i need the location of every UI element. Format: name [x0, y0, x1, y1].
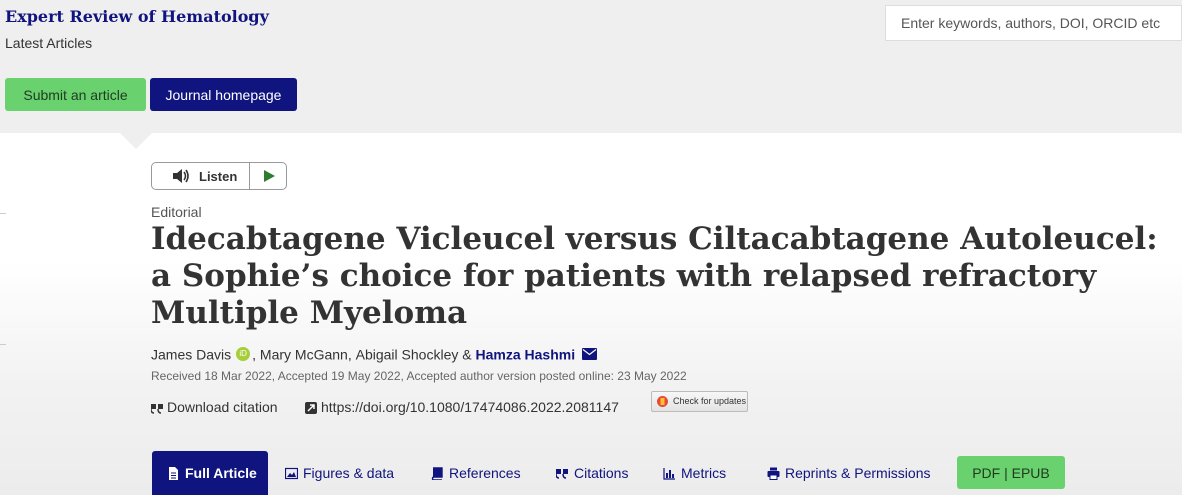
tab-references[interactable]: References	[431, 451, 521, 495]
submit-article-button[interactable]: Submit an article	[5, 78, 146, 111]
author-link[interactable]: Mary McGann	[260, 346, 348, 362]
left-edge-divider	[0, 213, 6, 214]
quote-icon	[151, 404, 163, 415]
speaker-icon	[173, 169, 189, 183]
author-link[interactable]: Abigail Shockley	[356, 346, 459, 362]
download-citation-link[interactable]: Download citation	[151, 399, 278, 415]
download-citation-label: Download citation	[167, 399, 278, 415]
check-for-updates-label: Check for updates	[673, 396, 747, 406]
article-title: Idecabtagene Vicleucel versus Ciltacabta…	[151, 221, 1158, 331]
author-list: James Davis iD, Mary McGann, Abigail Shoc…	[151, 345, 598, 363]
corresponding-author-link[interactable]: Hamza Hashmi	[475, 346, 575, 362]
tab-label: Metrics	[681, 465, 727, 481]
pdf-epub-button[interactable]: PDF | EPUB	[957, 456, 1065, 489]
book-icon	[431, 467, 443, 480]
bar-chart-icon	[663, 468, 675, 480]
latest-articles-label: Latest Articles	[5, 35, 93, 51]
listen-widget: Listen	[151, 162, 287, 190]
search-input[interactable]	[885, 5, 1182, 41]
check-for-updates-button[interactable]: Check for updates	[651, 391, 748, 412]
tab-label: Citations	[574, 465, 629, 481]
tab-full-article[interactable]: Full Article	[152, 451, 268, 495]
tab-label: Full Article	[185, 465, 257, 481]
doi-label: https://doi.org/10.1080/17474086.2022.20…	[321, 399, 619, 415]
tab-label: Reprints & Permissions	[785, 465, 931, 481]
quote-icon	[556, 469, 568, 479]
listen-label: Listen	[199, 169, 238, 184]
tab-figures-data[interactable]: Figures & data	[285, 451, 394, 495]
external-link-icon	[305, 402, 317, 415]
tab-label: References	[449, 465, 521, 481]
author-link[interactable]: James Davis	[151, 346, 231, 362]
doi-link[interactable]: https://doi.org/10.1080/17474086.2022.20…	[305, 399, 619, 415]
play-icon[interactable]	[262, 169, 276, 183]
envelope-icon[interactable]	[582, 348, 598, 361]
tab-metrics[interactable]: Metrics	[663, 451, 726, 495]
tab-reprints-permissions[interactable]: Reprints & Permissions	[767, 451, 931, 495]
publication-dates: Received 18 Mar 2022, Accepted 19 May 20…	[151, 369, 687, 383]
journal-homepage-button[interactable]: Journal homepage	[150, 78, 297, 111]
image-icon	[285, 467, 298, 480]
left-edge-divider	[0, 344, 6, 345]
author-separator: ,	[252, 346, 260, 363]
tab-label: Figures & data	[303, 465, 395, 481]
listen-button[interactable]: Listen	[152, 163, 250, 189]
tab-citations[interactable]: Citations	[556, 451, 628, 495]
print-icon	[767, 467, 780, 480]
journal-title-link[interactable]: Expert Review of Hematology	[5, 7, 269, 26]
author-separator: ,	[347, 346, 356, 363]
header-notch	[120, 133, 152, 149]
author-separator: &	[458, 346, 476, 363]
chevron-right-icon: ›	[248, 8, 253, 25]
orcid-icon[interactable]: iD	[236, 347, 251, 362]
article-type-label: Editorial	[151, 204, 202, 220]
crossmark-icon	[657, 396, 668, 407]
document-icon	[169, 467, 178, 480]
